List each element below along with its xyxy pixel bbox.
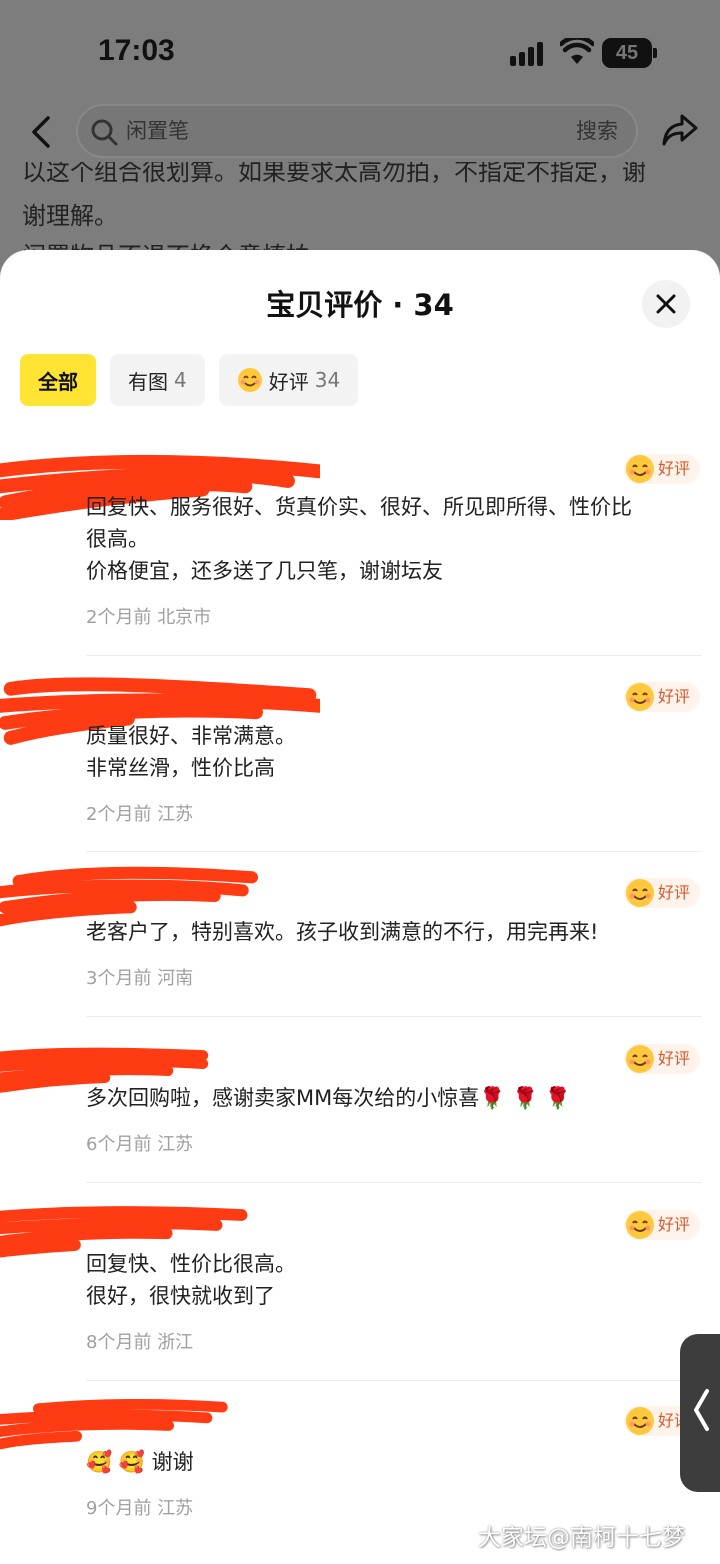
review-meta: 6个月前 江苏 bbox=[86, 1130, 193, 1156]
badge-label: 好评 bbox=[657, 687, 690, 706]
filter-row: 全部 有图 4 好评 34 bbox=[20, 354, 359, 406]
review-text: 回复快、性价比很高。 很好，很快就收到了 bbox=[86, 1252, 296, 1308]
review-text: 老客户了，特别喜欢。孩子收到满意的不行，用完再来! bbox=[86, 920, 599, 944]
close-icon bbox=[656, 294, 676, 314]
divider bbox=[86, 851, 702, 852]
background-description-line: 谢理解。 bbox=[22, 202, 118, 230]
status-time: 17:03 bbox=[98, 34, 175, 67]
review-time: 2个月前 bbox=[86, 607, 152, 628]
review-location: 江苏 bbox=[157, 804, 194, 825]
smile-face-icon bbox=[625, 1045, 654, 1073]
battery-icon: 45 bbox=[602, 38, 657, 68]
filter-positive[interactable]: 好评 34 bbox=[218, 354, 359, 406]
wifi-icon bbox=[560, 38, 594, 64]
divider bbox=[86, 655, 702, 656]
search-box[interactable]: 搜索 bbox=[76, 104, 638, 158]
filter-label: 全部 bbox=[38, 369, 78, 394]
review-meta: 2个月前 江苏 bbox=[86, 800, 193, 826]
review-item: 好评 多次回购啦，感谢卖家MM每次给的小惊喜🌹 🌹 🌹 6个月前 江苏 bbox=[0, 1028, 720, 1180]
divider bbox=[86, 1380, 702, 1381]
search-icon bbox=[91, 119, 118, 146]
review-meta: 2个月前 北京市 bbox=[86, 603, 211, 629]
close-button[interactable] bbox=[642, 280, 690, 328]
review-location: 北京市 bbox=[157, 607, 212, 628]
review-item: 好评 回复快、服务很好、货真价实、很好、所见即所得、性价比 很高。 价格便宜，还… bbox=[0, 436, 720, 656]
chevron-left-icon bbox=[694, 1389, 709, 1431]
filter-count: 4 bbox=[174, 368, 187, 392]
review-meta: 8个月前 浙江 bbox=[86, 1328, 193, 1354]
positive-rating-badge: 好评 bbox=[623, 682, 700, 712]
filter-with-photos[interactable]: 有图 4 bbox=[110, 354, 205, 406]
review-time: 6个月前 bbox=[86, 1134, 152, 1155]
review-text: 回复快、服务很好、货真价实、很好、所见即所得、性价比 很高。 价格便宜，还多送了… bbox=[86, 495, 632, 583]
smile-face-icon bbox=[625, 455, 654, 483]
side-collapse-handle[interactable] bbox=[680, 1334, 720, 1492]
review-item: 好评 回复快、性价比很高。 很好，很快就收到了 8个月前 浙江 bbox=[0, 1194, 720, 1378]
smile-face-icon bbox=[625, 1211, 654, 1239]
search-input[interactable] bbox=[126, 106, 506, 156]
status-bar: 17:03 45 bbox=[0, 0, 720, 100]
divider bbox=[86, 1016, 702, 1017]
back-arrow-icon[interactable] bbox=[24, 112, 60, 152]
share-icon[interactable] bbox=[660, 108, 700, 152]
sheet-title: 宝贝评价 · 34 bbox=[266, 288, 454, 322]
review-time: 2个月前 bbox=[86, 804, 152, 825]
badge-label: 好评 bbox=[657, 1215, 690, 1234]
review-meta: 3个月前 河南 bbox=[86, 964, 193, 990]
review-item: 好评 老客户了，特别喜欢。孩子收到满意的不行，用完再来! 3个月前 河南 bbox=[0, 862, 720, 1014]
smile-face-icon bbox=[625, 879, 654, 907]
badge-label: 好评 bbox=[657, 1049, 690, 1068]
review-text: 多次回购啦，感谢卖家MM每次给的小惊喜🌹 🌹 🌹 bbox=[86, 1086, 572, 1110]
review-location: 江苏 bbox=[157, 1134, 194, 1155]
smile-face-icon bbox=[237, 368, 262, 392]
filter-all[interactable]: 全部 bbox=[20, 354, 96, 406]
search-button[interactable]: 搜索 bbox=[576, 106, 618, 156]
watermark: 大家坛@南柯十七梦 bbox=[478, 1525, 685, 1551]
review-location: 河南 bbox=[157, 968, 194, 989]
review-text: 质量很好、非常满意。 非常丝滑，性价比高 bbox=[86, 724, 296, 780]
review-item: 好评 质量很好、非常满意。 非常丝滑，性价比高 2个月前 江苏 bbox=[0, 666, 720, 850]
positive-rating-badge: 好评 bbox=[623, 1210, 700, 1240]
smile-face-icon bbox=[625, 683, 654, 711]
review-location: 浙江 bbox=[157, 1332, 194, 1353]
review-time: 9个月前 bbox=[86, 1498, 152, 1519]
cellular-signal-icon bbox=[510, 42, 543, 66]
positive-rating-badge: 好评 bbox=[623, 454, 700, 484]
battery-level: 45 bbox=[615, 42, 639, 64]
review-time: 8个月前 bbox=[86, 1332, 152, 1353]
smile-face-icon bbox=[625, 1407, 654, 1435]
reviews-sheet: 宝贝评价 · 34 全部 有图 4 好评 34 好评 回复快、服务很好、货真价实… bbox=[0, 250, 720, 1564]
divider bbox=[86, 1182, 702, 1183]
review-location: 江苏 bbox=[157, 1498, 194, 1519]
review-time: 3个月前 bbox=[86, 968, 152, 989]
positive-rating-badge: 好评 bbox=[623, 878, 700, 908]
positive-rating-badge: 好评 bbox=[623, 1044, 700, 1074]
filter-label: 有图 bbox=[128, 369, 168, 394]
filter-label: 好评 bbox=[268, 369, 309, 394]
filter-count: 34 bbox=[314, 368, 341, 392]
nav-bar: 搜索 bbox=[0, 100, 720, 162]
review-meta: 9个月前 江苏 bbox=[86, 1494, 193, 1520]
badge-label: 好评 bbox=[657, 883, 690, 902]
review-text: 🥰 🥰 谢谢 bbox=[86, 1450, 194, 1474]
badge-label: 好评 bbox=[657, 459, 690, 478]
